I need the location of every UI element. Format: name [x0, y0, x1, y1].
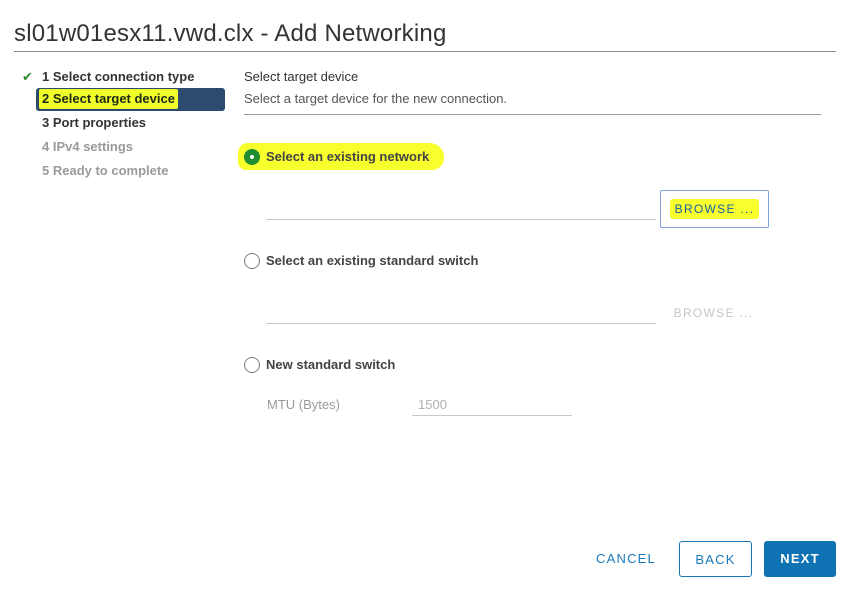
step-label: 2 Select target device: [39, 89, 178, 109]
section-subtitle: Select a target device for the new conne…: [244, 91, 508, 106]
option-label: Select an existing network: [266, 149, 430, 164]
check-icon: ✔: [22, 69, 33, 84]
step-select-target-device[interactable]: 2 Select target device: [36, 88, 225, 111]
step-port-properties: 3 Port properties: [42, 115, 147, 130]
radio-new-standard-switch[interactable]: [244, 357, 260, 373]
title-divider: [14, 51, 836, 52]
browse-network-button[interactable]: BROWSE ...: [660, 190, 769, 228]
section-divider: [244, 114, 821, 115]
step-ready-to-complete: 5 Ready to complete: [42, 163, 169, 178]
browse-label: BROWSE ...: [674, 202, 755, 216]
mtu-input: 1500: [412, 396, 572, 416]
browse-switch-button: BROWSE ...: [673, 306, 754, 320]
mtu-label: MTU (Bytes): [267, 397, 340, 412]
network-field[interactable]: [266, 219, 656, 220]
cancel-button[interactable]: CANCEL: [586, 541, 666, 577]
dialog-title: sl01w01esx11.vwd.clx - Add Networking: [14, 20, 447, 47]
back-button[interactable]: BACK: [679, 541, 752, 577]
radio-existing-network[interactable]: [244, 149, 260, 165]
radio-existing-standard-switch[interactable]: [244, 253, 260, 269]
option-label: Select an existing standard switch: [266, 253, 479, 268]
step-ipv4-settings: 4 IPv4 settings: [42, 139, 134, 154]
step-label: 1 Select connection type: [42, 69, 195, 84]
switch-field: [266, 323, 656, 324]
section-title: Select target device: [244, 69, 359, 84]
next-button[interactable]: NEXT: [764, 541, 836, 577]
option-label: New standard switch: [266, 357, 396, 372]
